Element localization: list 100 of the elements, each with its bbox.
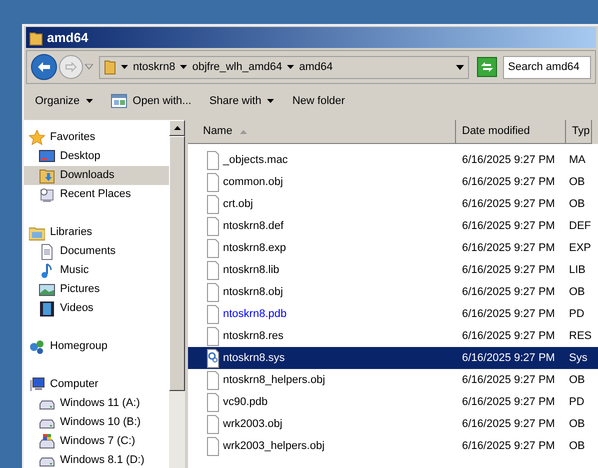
file-row[interactable]: crt.obj 6/16/2025 9:27 PM OB <box>188 193 598 215</box>
caret-icon <box>180 65 188 69</box>
sidebar-item[interactable]: Downloads <box>24 166 169 185</box>
back-button[interactable] <box>31 54 57 80</box>
scroll-thumb[interactable] <box>169 136 185 391</box>
dropdown-icon[interactable] <box>456 64 464 70</box>
folder-icon <box>104 59 116 75</box>
date-cell-text: 6/16/2025 9:27 PM <box>461 350 556 366</box>
gear-file-icon <box>207 348 219 368</box>
file-row[interactable]: ntoskrn8.lib 6/16/2025 9:27 PM LIB <box>188 259 598 281</box>
sidebar-item[interactable]: Recent Places <box>24 185 169 204</box>
file-icon <box>207 238 219 258</box>
type-cell-text: OB <box>568 196 586 212</box>
file-row[interactable]: ntoskrn8.res 6/16/2025 9:27 PM RES <box>188 325 598 347</box>
date-cell-text: 6/16/2025 9:27 PM <box>461 262 556 278</box>
file-icon <box>207 172 219 192</box>
sidebar-item[interactable]: Windows 8.1 (D:) <box>24 451 169 468</box>
type-cell-text: OB <box>568 284 586 300</box>
file-name: ntoskrn8.lib <box>223 262 280 278</box>
date-cell-text: 6/16/2025 9:27 PM <box>461 284 556 300</box>
column-header[interactable]: Date modified <box>456 120 566 144</box>
toolbar-button[interactable]: Organize <box>30 89 98 113</box>
sidebar-item[interactable]: Windows 10 (B:) <box>24 413 169 432</box>
file-icon <box>207 260 219 280</box>
file-name: ntoskrn8.pdb <box>223 306 287 322</box>
toolbar-button[interactable]: New folder <box>287 89 350 113</box>
breadcrumb[interactable]: objfre_wlh_amd64 <box>192 58 282 76</box>
file-icon <box>207 216 219 236</box>
refresh-button[interactable] <box>477 57 497 77</box>
right-arrow-icon <box>65 62 77 72</box>
document-icon <box>39 244 55 260</box>
type-cell-text: PD <box>568 306 586 322</box>
file-name: vc90.pdb <box>223 394 268 410</box>
sidebar-header[interactable]: Homegroup <box>24 337 169 356</box>
file-row[interactable]: ntoskrn8.def 6/16/2025 9:27 PM DEF <box>188 215 598 237</box>
breadcrumb[interactable]: ntoskrn8 <box>133 58 176 76</box>
file-name: common.obj <box>223 174 283 190</box>
file-row[interactable]: wrk2003_helpers.obj 6/16/2025 9:27 PM OB <box>188 435 598 457</box>
file-name: ntoskrn8.sys <box>223 350 285 366</box>
folder-icon <box>29 30 43 46</box>
sidebar-item[interactable]: Desktop <box>24 147 169 166</box>
file-icon <box>207 194 219 214</box>
type-cell-text: DEF <box>568 218 592 234</box>
date-cell-text: 6/16/2025 9:27 PM <box>461 174 556 190</box>
file-icon <box>207 326 219 346</box>
file-row[interactable]: ntoskrn8.exp 6/16/2025 9:27 PM EXP <box>188 237 598 259</box>
file-row[interactable]: vc90.pdb 6/16/2025 9:27 PM PD <box>188 391 598 413</box>
sidebar-item[interactable]: Windows 11 (A:) <box>24 394 169 413</box>
file-name: wrk2003_helpers.obj <box>223 438 325 454</box>
file-name: ntoskrn8.def <box>223 218 284 234</box>
date-cell-text: 6/16/2025 9:27 PM <box>461 196 556 212</box>
date-cell-text: 6/16/2025 9:27 PM <box>461 218 556 234</box>
breadcrumb[interactable]: amd64 <box>299 58 333 76</box>
date-cell-text: 6/16/2025 9:27 PM <box>461 306 556 322</box>
file-name: crt.obj <box>223 196 253 212</box>
sort-arrow-icon <box>240 130 248 134</box>
file-row[interactable]: ntoskrn8.obj 6/16/2025 9:27 PM OB <box>188 281 598 303</box>
date-cell-text: 6/16/2025 9:27 PM <box>461 438 556 454</box>
column-header[interactable]: Name <box>188 120 456 144</box>
type-cell-text: OB <box>568 174 586 190</box>
date-cell-text: 6/16/2025 9:27 PM <box>461 416 556 432</box>
left-arrow-icon <box>37 61 51 73</box>
windows-drive-icon <box>39 434 55 450</box>
file-name: ntoskrn8.exp <box>223 240 286 256</box>
file-icon <box>207 370 219 390</box>
type-cell-text: OB <box>568 416 586 432</box>
sidebar-item[interactable]: Pictures <box>24 280 169 299</box>
toolbar-button[interactable]: Share with <box>204 89 280 113</box>
file-row[interactable]: _objects.mac 6/16/2025 9:27 PM MA <box>188 149 598 171</box>
file-row[interactable]: ntoskrn8_helpers.obj 6/16/2025 9:27 PM OB <box>188 369 598 391</box>
file-row[interactable]: ntoskrn8.pdb 6/16/2025 9:27 PM PD <box>188 303 598 325</box>
sidebar-item[interactable]: Videos <box>24 299 169 318</box>
file-name: ntoskrn8.obj <box>223 284 283 300</box>
file-row[interactable]: common.obj 6/16/2025 9:27 PM OB <box>188 171 598 193</box>
sidebar-item[interactable]: Documents <box>24 242 169 261</box>
search-field[interactable]: Search amd64 <box>503 56 591 78</box>
sidebar-header[interactable]: Favorites <box>24 128 169 147</box>
file-row[interactable]: wrk2003.obj 6/16/2025 9:27 PM OB <box>188 413 598 435</box>
up-arrow-icon <box>174 126 180 130</box>
toolbar-button[interactable]: Open with... <box>106 89 196 113</box>
sidebar-item[interactable]: Windows 7 (C:) <box>24 432 169 451</box>
caret-icon <box>121 65 128 69</box>
file-row[interactable]: ntoskrn8.sys 6/16/2025 9:27 PM Sys <box>188 347 598 369</box>
date-cell-text: 6/16/2025 9:27 PM <box>461 240 556 256</box>
scrollbar[interactable] <box>169 120 185 468</box>
clock-monitor-icon <box>39 186 55 202</box>
type-cell-text: RES <box>568 328 592 344</box>
type-cell-text: LIB <box>568 262 587 278</box>
address-bar[interactable]: ntoskrn8 objfre_wlh_amd64 amd64 <box>99 56 469 78</box>
sidebar-header[interactable]: Computer <box>24 375 169 394</box>
file-icon <box>207 414 219 434</box>
scroll-up-button[interactable] <box>169 120 185 136</box>
file-icon <box>207 282 219 302</box>
sidebar-header[interactable]: Libraries <box>24 223 169 242</box>
sidebar-item[interactable]: Music <box>24 261 169 280</box>
type-cell-text: EXP <box>568 240 592 256</box>
type-cell-text: Sys <box>568 350 588 366</box>
date-cell-text: 6/16/2025 9:27 PM <box>461 394 556 410</box>
column-header[interactable]: Typ <box>566 120 592 144</box>
date-cell-text: 6/16/2025 9:27 PM <box>461 372 556 388</box>
